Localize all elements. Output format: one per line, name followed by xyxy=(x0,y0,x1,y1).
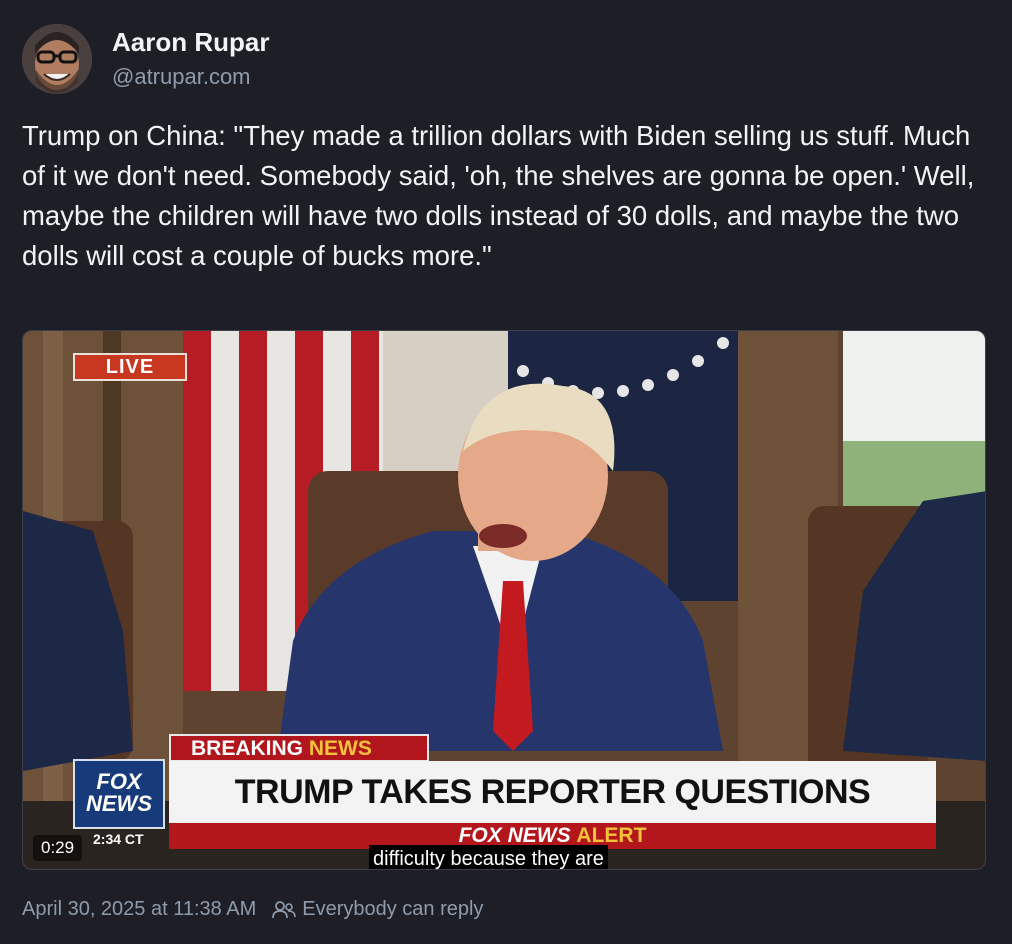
post-footer: April 30, 2025 at 11:38 AM Everybody can… xyxy=(22,898,483,921)
breaking-prefix: BREAKING xyxy=(191,737,309,760)
author-display-name[interactable]: Aaron Rupar xyxy=(112,27,269,58)
people-icon xyxy=(272,900,297,918)
alert-suffix: ALERT xyxy=(576,824,647,847)
breaking-suffix: NEWS xyxy=(308,737,372,760)
alert-prefix: FOX NEWS xyxy=(458,824,577,847)
author-handle[interactable]: @atrupar.com xyxy=(112,64,251,90)
broadcast-clock: 2:34 CT xyxy=(93,831,144,847)
logo-line-1: FOX xyxy=(96,769,142,794)
posted-at: April 30, 2025 at 11:38 AM xyxy=(22,898,257,920)
logo-line-2: NEWS xyxy=(86,791,152,816)
fox-news-logo: FOX NEWS xyxy=(73,759,165,829)
avatar[interactable] xyxy=(22,24,92,94)
post: Aaron Rupar @atrupar.com Trump on China:… xyxy=(0,0,1012,944)
headline-bar: TRUMP TAKES REPORTER QUESTIONS xyxy=(169,761,936,823)
post-text: Trump on China: "They made a trillion do… xyxy=(22,120,975,271)
avatar-image xyxy=(22,24,92,94)
reply-setting-label: Everybody can reply xyxy=(302,898,484,920)
reply-setting[interactable]: Everybody can reply xyxy=(272,898,483,921)
live-badge: LIVE xyxy=(73,353,187,381)
video-player[interactable]: LIVE BREAKING NEWS TRUMP TAKES REPORTER … xyxy=(22,330,986,870)
video-caption: difficulty because they are xyxy=(369,845,608,869)
breaking-news-banner: BREAKING NEWS xyxy=(169,734,429,762)
video-time: 0:29 xyxy=(33,835,83,861)
